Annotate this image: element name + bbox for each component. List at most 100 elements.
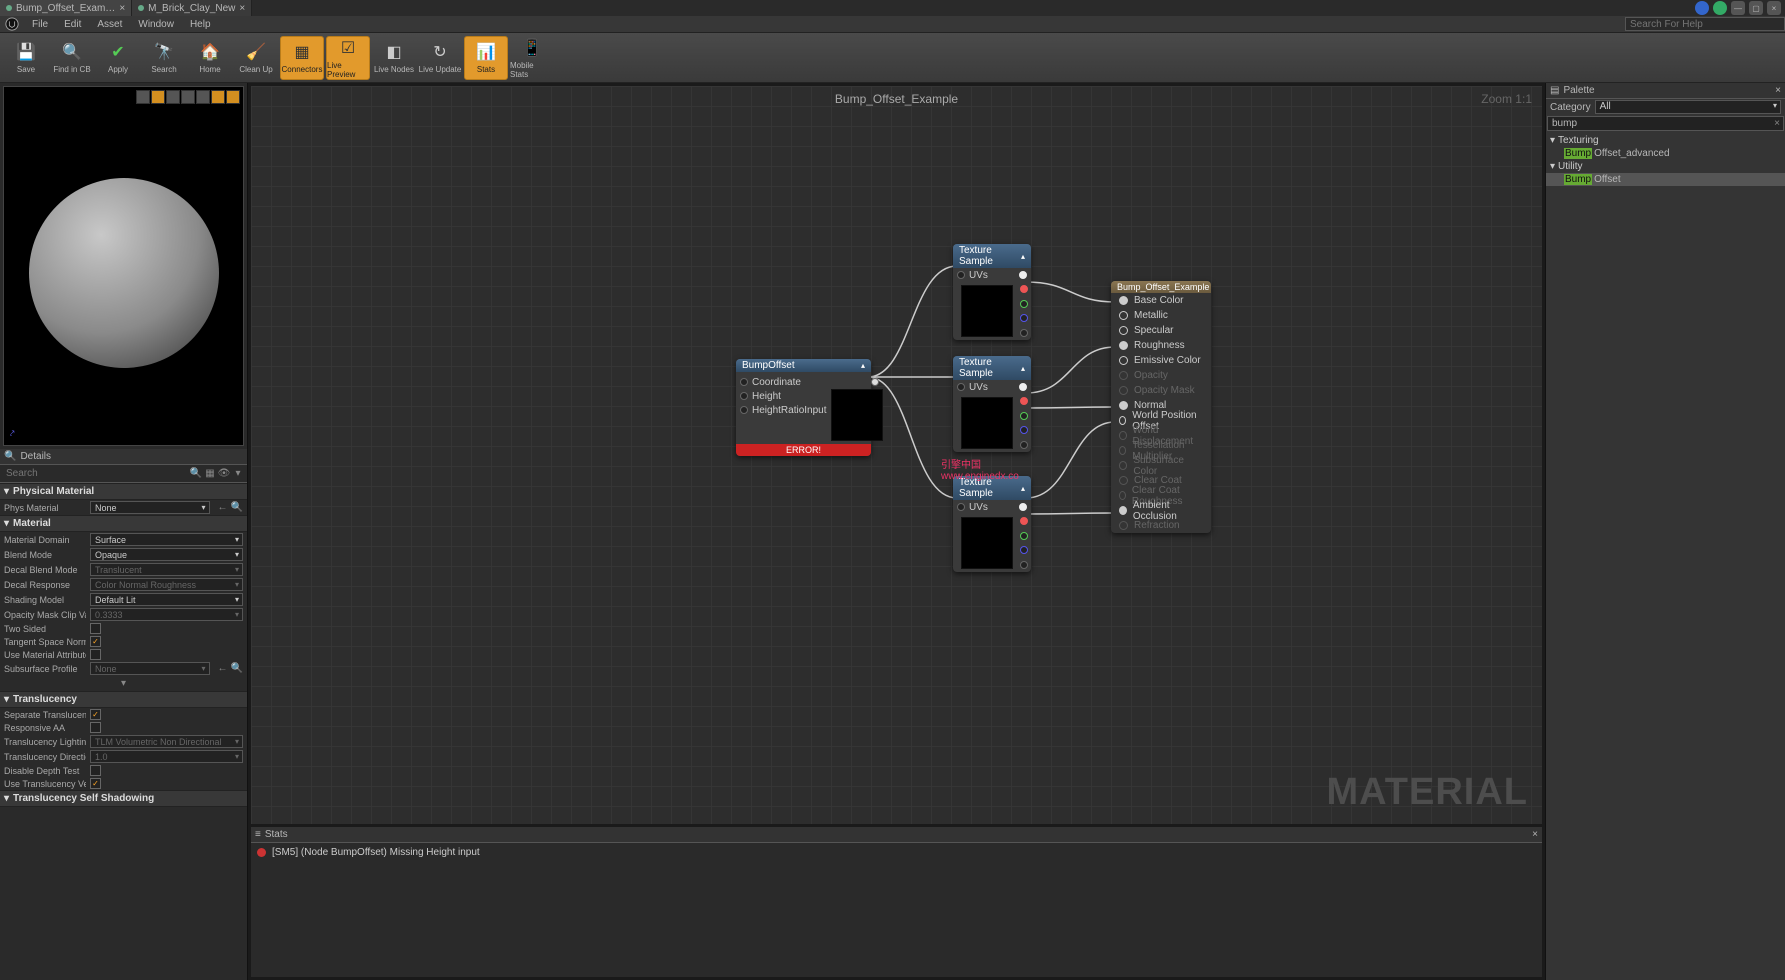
live-preview-button[interactable]: ☑Live Preview xyxy=(326,36,370,80)
apply-button[interactable]: ✔Apply xyxy=(96,36,140,80)
chevron-up-icon[interactable]: ▴ xyxy=(1021,484,1025,493)
material-domain-dropdown[interactable]: Surface xyxy=(90,533,243,546)
stats-button[interactable]: 📊Stats xyxy=(464,36,508,80)
details-search-input[interactable] xyxy=(2,467,189,481)
section-physical-material[interactable]: ▾Physical Material xyxy=(0,483,247,500)
node-header[interactable]: BumpOffset▴ xyxy=(736,359,871,372)
pv-cylinder-icon[interactable] xyxy=(136,90,150,104)
pin-normal[interactable] xyxy=(1119,401,1128,410)
pv-cube-icon[interactable] xyxy=(181,90,195,104)
pv-plane-icon[interactable] xyxy=(166,90,180,104)
node-header[interactable]: Texture Sample▴ xyxy=(953,476,1031,500)
back-icon[interactable]: ← xyxy=(218,502,228,513)
phys-material-dropdown[interactable]: None xyxy=(90,501,210,514)
close-icon[interactable]: × xyxy=(1532,829,1538,840)
blend-mode-dropdown[interactable]: Opaque xyxy=(90,548,243,561)
maximize-button[interactable]: ▢ xyxy=(1749,1,1763,15)
opacity-mask-input[interactable]: 0.3333 xyxy=(90,608,243,621)
connectors-button[interactable]: ▦Connectors xyxy=(280,36,324,80)
palette-tab[interactable]: ▤Palette× xyxy=(1546,83,1785,99)
menu-help[interactable]: Help xyxy=(182,19,219,30)
pin-rgb-out[interactable] xyxy=(1019,503,1027,511)
palette-item-bumpoffset-advanced[interactable]: BumpOffset_advanced xyxy=(1546,147,1785,160)
pin-r-out[interactable] xyxy=(1020,285,1028,293)
details-tab[interactable]: 🔍Details xyxy=(0,449,247,465)
section-material[interactable]: ▾Material xyxy=(0,515,247,532)
node-header[interactable]: Bump_Offset_Example xyxy=(1111,281,1211,293)
stats-tab[interactable]: ≡Stats× xyxy=(251,827,1542,843)
chevron-down-icon[interactable]: ▾ xyxy=(231,467,245,481)
pin-metallic[interactable] xyxy=(1119,311,1128,320)
pin-height-in[interactable] xyxy=(740,392,748,400)
subsurface-dropdown[interactable]: None xyxy=(90,662,210,675)
source-control-icon[interactable] xyxy=(1695,1,1709,15)
disable-depth-checkbox[interactable] xyxy=(90,765,101,776)
eye-icon[interactable]: 👁 xyxy=(217,467,231,481)
palette-search-input[interactable]: bump× xyxy=(1547,116,1784,131)
pin-base-color[interactable] xyxy=(1119,296,1128,305)
file-tab-0[interactable]: Bump_Offset_Exam…× xyxy=(0,0,132,16)
pin-g-out[interactable] xyxy=(1020,412,1028,420)
node-header[interactable]: Texture Sample▴ xyxy=(953,244,1031,268)
chevron-up-icon[interactable]: ▴ xyxy=(1021,252,1025,261)
pin-emissive[interactable] xyxy=(1119,356,1128,365)
find-in-cb-button[interactable]: 🔍Find in CB xyxy=(50,36,94,80)
expand-advanced-icon[interactable]: ▾ xyxy=(0,676,247,691)
pin-coordinate-in[interactable] xyxy=(740,378,748,386)
close-icon[interactable]: × xyxy=(1775,85,1781,96)
pin-a-out[interactable] xyxy=(1020,441,1028,449)
close-icon[interactable]: × xyxy=(119,3,125,14)
use-mat-attr-checkbox[interactable] xyxy=(90,649,101,660)
menu-asset[interactable]: Asset xyxy=(89,19,130,30)
pin-rgb-out[interactable] xyxy=(1019,383,1027,391)
live-update-button[interactable]: ↻Live Update xyxy=(418,36,462,80)
node-bumpoffset[interactable]: BumpOffset▴ Coordinate Height HeightRati… xyxy=(736,359,871,456)
back-icon[interactable]: ← xyxy=(218,663,228,674)
live-nodes-button[interactable]: ◧Live Nodes xyxy=(372,36,416,80)
notify-icon[interactable] xyxy=(1713,1,1727,15)
node-header[interactable]: Texture Sample▴ xyxy=(953,356,1031,380)
node-texture-sample-3[interactable]: Texture Sample▴ UVs xyxy=(953,476,1031,572)
pin-b-out[interactable] xyxy=(1020,426,1028,434)
cleanup-button[interactable]: 🧹Clean Up xyxy=(234,36,278,80)
decal-response-dropdown[interactable]: Color Normal Roughness xyxy=(90,578,243,591)
shading-model-dropdown[interactable]: Default Lit xyxy=(90,593,243,606)
palette-item-bumpoffset[interactable]: BumpOffset xyxy=(1546,173,1785,186)
menu-edit[interactable]: Edit xyxy=(56,19,89,30)
pin-r-out[interactable] xyxy=(1020,517,1028,525)
close-button[interactable]: × xyxy=(1767,1,1781,15)
pv-sphere-icon[interactable] xyxy=(151,90,165,104)
trans-direction-input[interactable]: 1.0 xyxy=(90,750,243,763)
chevron-up-icon[interactable]: ▴ xyxy=(861,361,865,370)
section-translucency[interactable]: ▾Translucency xyxy=(0,691,247,708)
search-icon[interactable]: 🔍 xyxy=(189,467,203,481)
pin-heightratio-in[interactable] xyxy=(740,406,748,414)
pin-ao[interactable] xyxy=(1119,506,1127,515)
pv-mesh-icon[interactable] xyxy=(196,90,210,104)
pin-uvs-in[interactable] xyxy=(957,383,965,391)
pin-g-out[interactable] xyxy=(1020,300,1028,308)
node-texture-sample-2[interactable]: Texture Sample▴ UVs xyxy=(953,356,1031,452)
palette-group-texturing[interactable]: ▾Texturing xyxy=(1546,134,1785,147)
pin-uvs-in[interactable] xyxy=(957,271,965,279)
node-texture-sample-1[interactable]: Texture Sample▴ UVs xyxy=(953,244,1031,340)
pv-watermark-icon[interactable] xyxy=(226,90,240,104)
responsive-aa-checkbox[interactable] xyxy=(90,722,101,733)
use-trans-vel-checkbox[interactable] xyxy=(90,778,101,789)
material-graph[interactable]: Bump_Offset_Example Zoom 1:1 MATERIAL Bu… xyxy=(251,86,1542,824)
pin-roughness[interactable] xyxy=(1119,341,1128,350)
home-button[interactable]: 🏠Home xyxy=(188,36,232,80)
sep-trans-checkbox[interactable] xyxy=(90,709,101,720)
trans-lighting-dropdown[interactable]: TLM Volumetric Non Directional xyxy=(90,735,243,748)
node-material-result[interactable]: Bump_Offset_Example Base Color Metallic … xyxy=(1111,281,1211,533)
pin-r-out[interactable] xyxy=(1020,397,1028,405)
two-sided-checkbox[interactable] xyxy=(90,623,101,634)
pin-a-out[interactable] xyxy=(1020,561,1028,569)
file-tab-1[interactable]: M_Brick_Clay_New× xyxy=(132,0,252,16)
clear-icon[interactable]: × xyxy=(1774,118,1780,129)
tangent-space-checkbox[interactable] xyxy=(90,636,101,647)
search-icon[interactable]: 🔍 xyxy=(231,502,243,513)
menu-window[interactable]: Window xyxy=(130,19,182,30)
section-self-shadowing[interactable]: ▾Translucency Self Shadowing xyxy=(0,790,247,807)
palette-group-utility[interactable]: ▾Utility xyxy=(1546,160,1785,173)
